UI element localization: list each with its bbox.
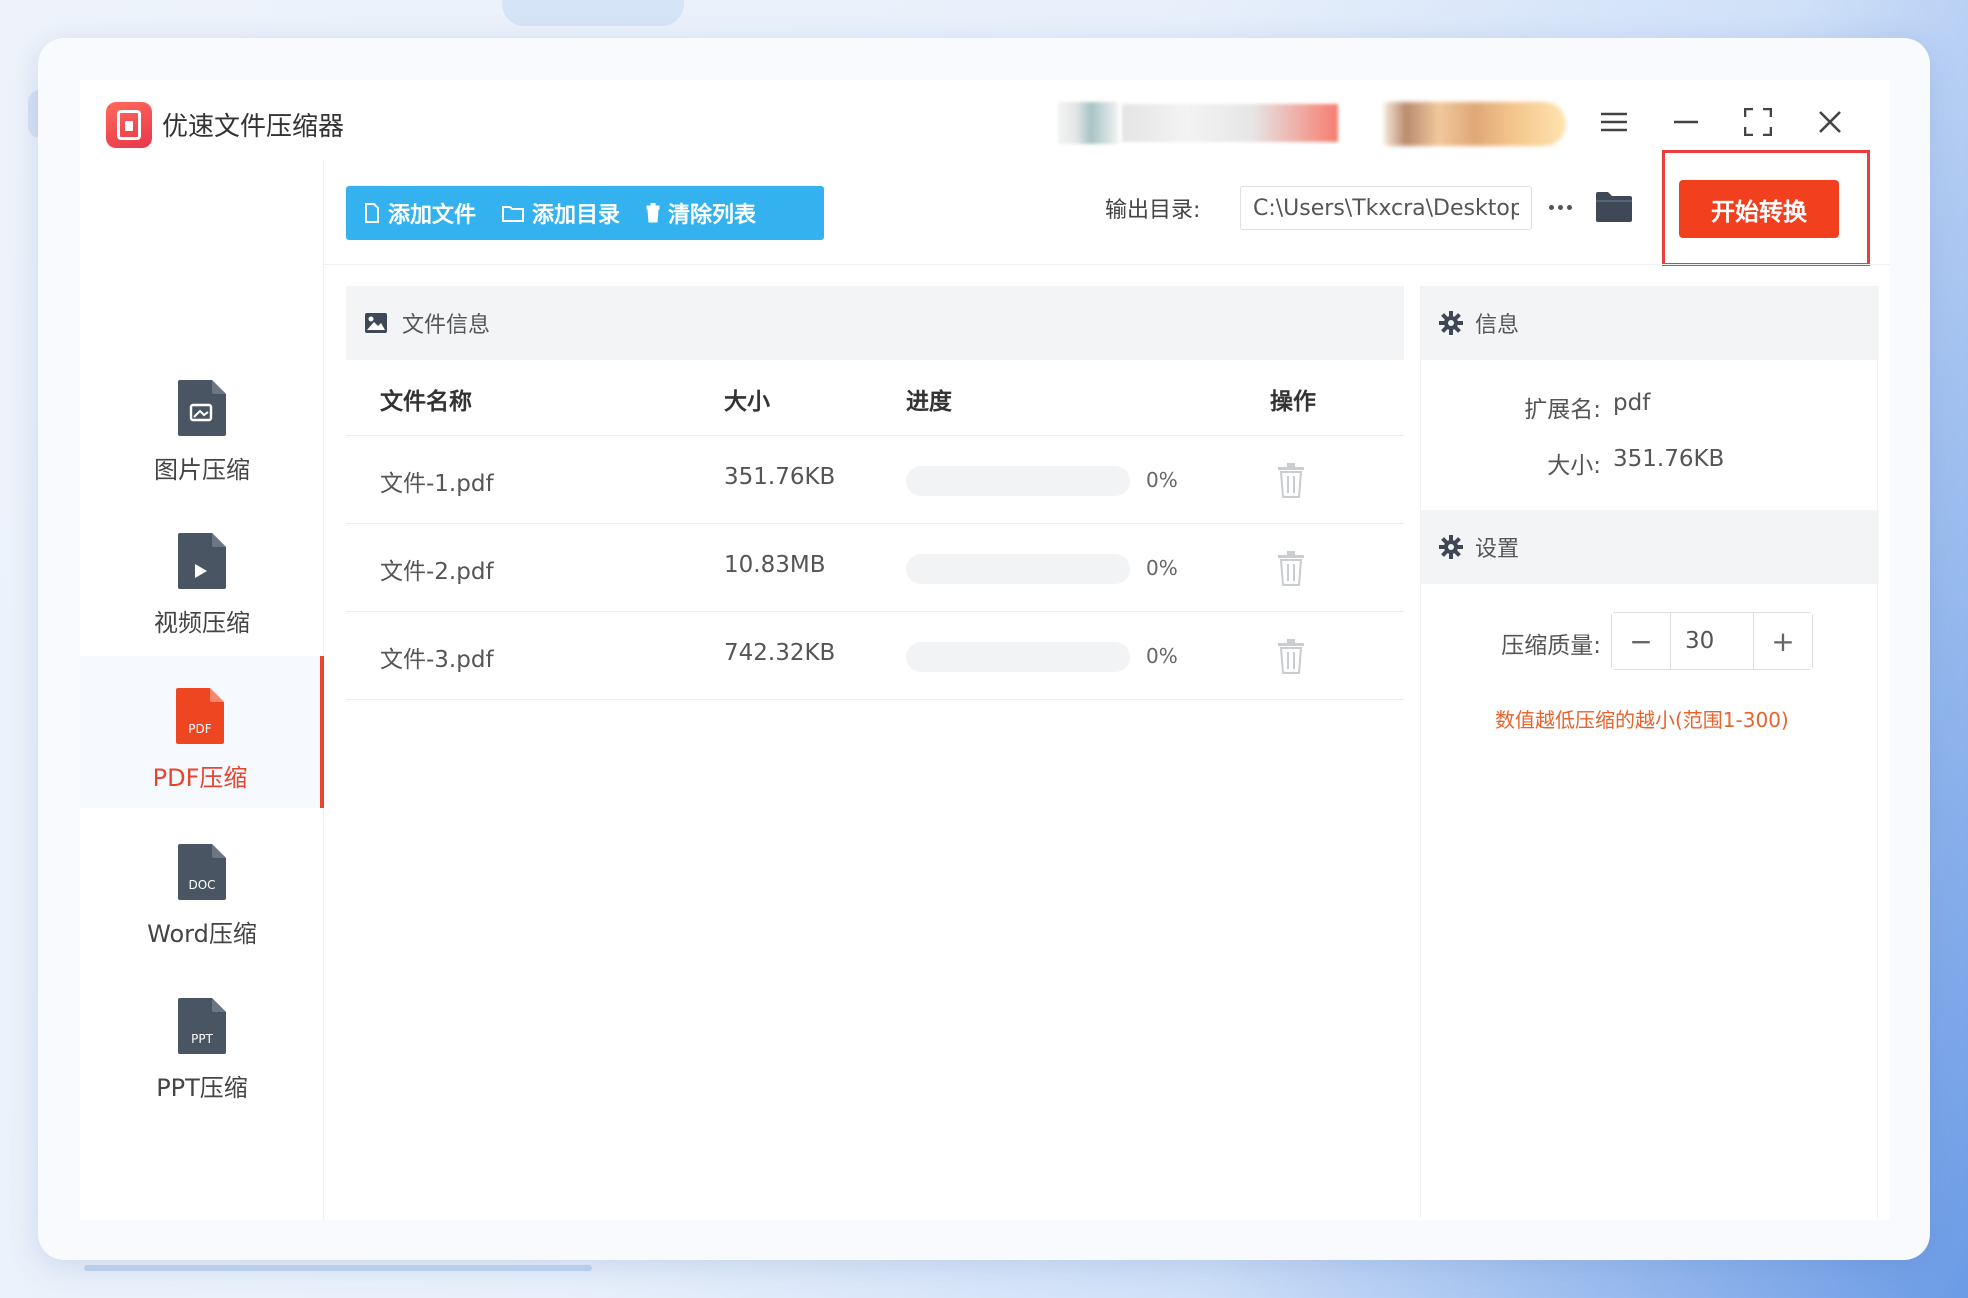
folder-icon <box>502 206 525 222</box>
file-panel-header: 文件信息 <box>346 286 1404 360</box>
progress-bar <box>906 642 1130 672</box>
title-bar: 优速文件压缩器 <box>80 80 1890 160</box>
blurred-area <box>1384 102 1566 146</box>
annotation-highlight-box <box>1662 150 1870 266</box>
more-icon[interactable] <box>1542 190 1578 224</box>
add-file-label: 添加文件 <box>388 203 477 228</box>
horizontal-scrollbar[interactable] <box>84 1265 592 1271</box>
blurred-area <box>1122 104 1338 142</box>
file-size: 351.76KB <box>724 464 836 490</box>
file-icon <box>365 203 379 223</box>
progress-bar <box>906 554 1130 584</box>
output-dir-input[interactable] <box>1240 186 1532 230</box>
settings-panel-header: 设置 <box>1421 510 1879 584</box>
file-size: 742.32KB <box>724 640 836 666</box>
progress-text: 0% <box>1146 556 1178 580</box>
table-row[interactable]: 文件-3.pdf 742.32KB 0% <box>346 612 1404 700</box>
size-label: 大小: <box>1547 453 1601 479</box>
open-folder-icon[interactable] <box>1594 190 1634 224</box>
pdf-icon-text: PDF <box>188 722 211 736</box>
app-window: 优速文件压缩器 图片压缩 视频压缩 PDF PDF压缩 DOC Word压缩 P… <box>80 80 1890 1220</box>
maximize-icon[interactable] <box>1734 98 1782 146</box>
table-row[interactable]: 文件-2.pdf 10.83MB 0% <box>346 524 1404 612</box>
delete-icon[interactable] <box>1276 550 1306 586</box>
file-size: 10.83MB <box>724 552 826 578</box>
ext-label: 扩展名: <box>1524 397 1601 423</box>
quality-input[interactable]: 30 <box>1670 613 1754 669</box>
column-header-size: 大小 <box>724 389 770 415</box>
toolbar: 添加文件 添加目录 清除列表 <box>346 186 824 240</box>
sidebar-item-pdf[interactable]: PDF PDF压缩 <box>80 656 324 808</box>
progress-text: 0% <box>1146 468 1178 492</box>
image-icon <box>365 313 387 333</box>
trash-icon <box>646 203 660 223</box>
quality-label: 压缩质量: <box>1501 633 1601 659</box>
output-dir-label: 输出目录: <box>1105 198 1201 223</box>
file-name: 文件-3.pdf <box>380 647 494 673</box>
delete-icon[interactable] <box>1276 638 1306 674</box>
gear-icon <box>1439 535 1463 559</box>
sidebar-item-word[interactable]: DOC Word压缩 <box>80 812 324 964</box>
column-header-progress: 进度 <box>906 389 952 415</box>
table-row[interactable]: 文件-1.pdf 351.76KB 0% <box>346 436 1404 524</box>
doc-icon-text: DOC <box>188 878 215 892</box>
sidebar: 图片压缩 视频压缩 PDF PDF压缩 DOC Word压缩 PPT PPT压缩 <box>80 160 324 1220</box>
sidebar-item-label: PPT压缩 <box>156 1074 248 1102</box>
add-folder-button[interactable]: 添加目录 <box>502 197 620 229</box>
doc-file-icon: DOC <box>176 842 228 902</box>
clear-list-label: 清除列表 <box>668 203 757 228</box>
gear-icon <box>1439 311 1463 335</box>
ppt-file-icon: PPT <box>176 996 228 1056</box>
app-logo-icon <box>106 102 152 148</box>
sidebar-item-video[interactable]: 视频压缩 <box>80 501 324 653</box>
ext-value: pdf <box>1613 390 1651 416</box>
increase-button[interactable]: + <box>1754 613 1812 669</box>
sidebar-item-label: 图片压缩 <box>154 456 250 484</box>
background-shape <box>502 0 684 26</box>
sidebar-item-label: 视频压缩 <box>154 609 250 637</box>
pdf-file-icon: PDF <box>174 686 226 746</box>
clear-list-button[interactable]: 清除列表 <box>646 197 756 229</box>
image-file-icon <box>176 378 228 438</box>
sidebar-item-ppt[interactable]: PPT PPT压缩 <box>80 966 324 1118</box>
file-list-panel: 文件信息 文件名称 大小 进度 操作 文件-1.pdf 351.76KB 0% … <box>346 286 1404 1218</box>
file-name: 文件-1.pdf <box>380 471 494 497</box>
settings-panel-title: 设置 <box>1475 537 1520 562</box>
app-title: 优速文件压缩器 <box>162 112 345 142</box>
file-panel-title: 文件信息 <box>402 313 491 338</box>
sidebar-item-image[interactable]: 图片压缩 <box>80 348 324 500</box>
sidebar-item-label: PDF压缩 <box>152 764 248 792</box>
quality-hint: 数值越低压缩的越小(范围1-300) <box>1495 708 1789 732</box>
close-icon[interactable] <box>1806 98 1854 146</box>
minimize-icon[interactable] <box>1662 98 1710 146</box>
progress-text: 0% <box>1146 644 1178 668</box>
info-panel-title: 信息 <box>1475 313 1520 338</box>
menu-icon[interactable] <box>1590 98 1638 146</box>
add-folder-label: 添加目录 <box>532 203 621 228</box>
decrease-button[interactable]: − <box>1612 613 1670 669</box>
progress-bar <box>906 466 1130 496</box>
file-name: 文件-2.pdf <box>380 559 494 585</box>
blurred-area <box>1058 102 1118 144</box>
info-panel-header: 信息 <box>1421 286 1879 360</box>
size-value: 351.76KB <box>1613 446 1725 472</box>
ppt-icon-text: PPT <box>191 1032 213 1046</box>
add-file-button[interactable]: 添加文件 <box>364 197 476 229</box>
quality-stepper: − 30 + <box>1611 612 1813 670</box>
info-settings-panel: 信息 扩展名: pdf 大小: 351.76KB 设置 压缩质量: − 30 +… <box>1420 286 1879 1218</box>
divider <box>324 264 1890 265</box>
column-header-action: 操作 <box>1270 389 1316 415</box>
delete-icon[interactable] <box>1276 462 1306 498</box>
sidebar-item-label: Word压缩 <box>147 920 257 948</box>
column-header-name: 文件名称 <box>380 389 472 415</box>
video-file-icon <box>176 531 228 591</box>
